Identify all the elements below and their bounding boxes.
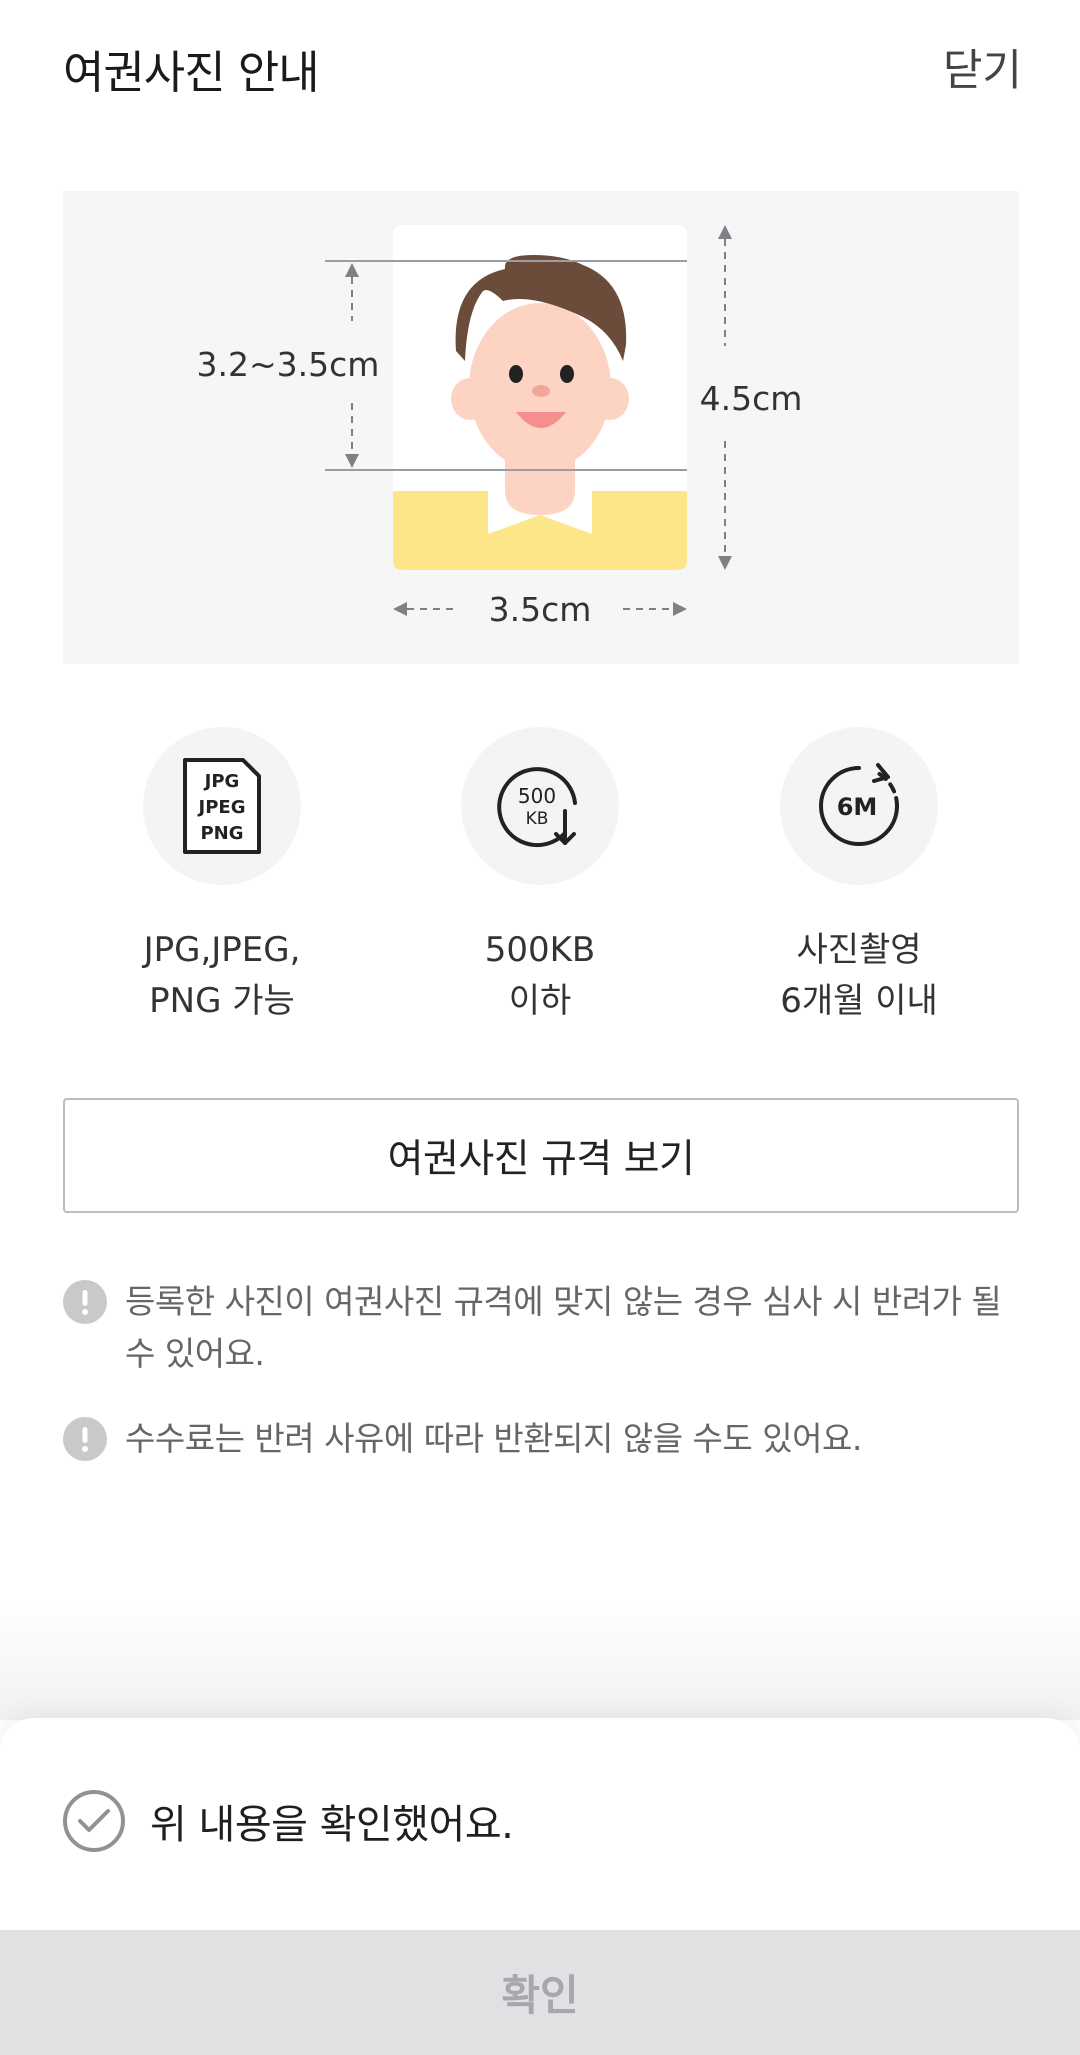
six-months-icon: 6M — [780, 727, 938, 885]
requirement-recency: 6M 사진촬영 6개월 이내 — [709, 727, 1009, 1027]
notice-fee: 수수료는 반려 사유에 따라 반환되지 않을 수도 있어요. — [63, 1413, 1019, 1465]
right-eye — [560, 365, 574, 383]
confirm-checkbox[interactable]: 위 내용을 확인했어요. — [63, 1790, 514, 1852]
close-button[interactable]: 닫기 — [943, 36, 1022, 98]
notice-rejection: 등록한 사진이 여권사진 규격에 맞지 않는 경우 심사 시 반려가 될 수 있… — [63, 1276, 1019, 1380]
svg-text:JPG: JPG — [203, 771, 240, 792]
passport-photo-illustration: 3.2~3.5cm 4.5cm 3.5cm — [63, 191, 1019, 664]
header: 여권사진 안내 닫기 — [0, 0, 1080, 130]
check-circle-icon — [63, 1790, 125, 1852]
nose — [532, 385, 550, 397]
notice-text: 수수료는 반려 사유에 따라 반환되지 않을 수도 있어요. — [125, 1419, 862, 1458]
requirement-recency-label: 사진촬영 6개월 이내 — [780, 930, 938, 1021]
svg-text:KB: KB — [526, 809, 549, 829]
svg-text:6M: 6M — [837, 793, 878, 821]
page-title: 여권사진 안내 — [63, 46, 320, 99]
svg-text:PNG: PNG — [200, 823, 243, 844]
svg-text:500: 500 — [518, 784, 556, 808]
view-photo-spec-button[interactable]: 여권사진 규격 보기 — [63, 1098, 1019, 1213]
exclamation-icon — [63, 1280, 107, 1324]
face-height-label: 3.2~3.5cm — [197, 345, 380, 384]
requirement-format-label: JPG,JPEG, PNG 가능 — [143, 930, 301, 1021]
photo-width-label: 3.5cm — [489, 590, 592, 629]
requirement-size: 500 KB 500KB 이하 — [390, 727, 690, 1027]
svg-text:JPEG: JPEG — [197, 797, 246, 818]
photo-dimension-diagram: 3.2~3.5cm 4.5cm 3.5cm — [197, 225, 803, 629]
photo-height-label: 4.5cm — [700, 379, 803, 418]
confirm-label: 위 내용을 확인했어요. — [150, 1802, 514, 1848]
requirement-size-label: 500KB 이하 — [484, 930, 596, 1021]
file-size-icon: 500 KB — [461, 727, 619, 885]
left-eye — [509, 365, 523, 383]
ok-button[interactable]: 확인 — [0, 1930, 1080, 2055]
sheet-fade — [0, 1600, 1080, 1720]
passport-photo-guide-screen: 여권사진 안내 닫기 3.2~3.5cm 4.5cm 3.5cm JPG JPE… — [0, 0, 1080, 2055]
requirement-format: JPG JPEG PNG JPG,JPEG, PNG 가능 — [72, 727, 372, 1027]
file-format-icon: JPG JPEG PNG — [143, 727, 301, 885]
notice-text: 등록한 사진이 여권사진 규격에 맞지 않는 경우 심사 시 반려가 될 수 있… — [125, 1282, 1002, 1373]
exclamation-icon — [63, 1417, 107, 1461]
